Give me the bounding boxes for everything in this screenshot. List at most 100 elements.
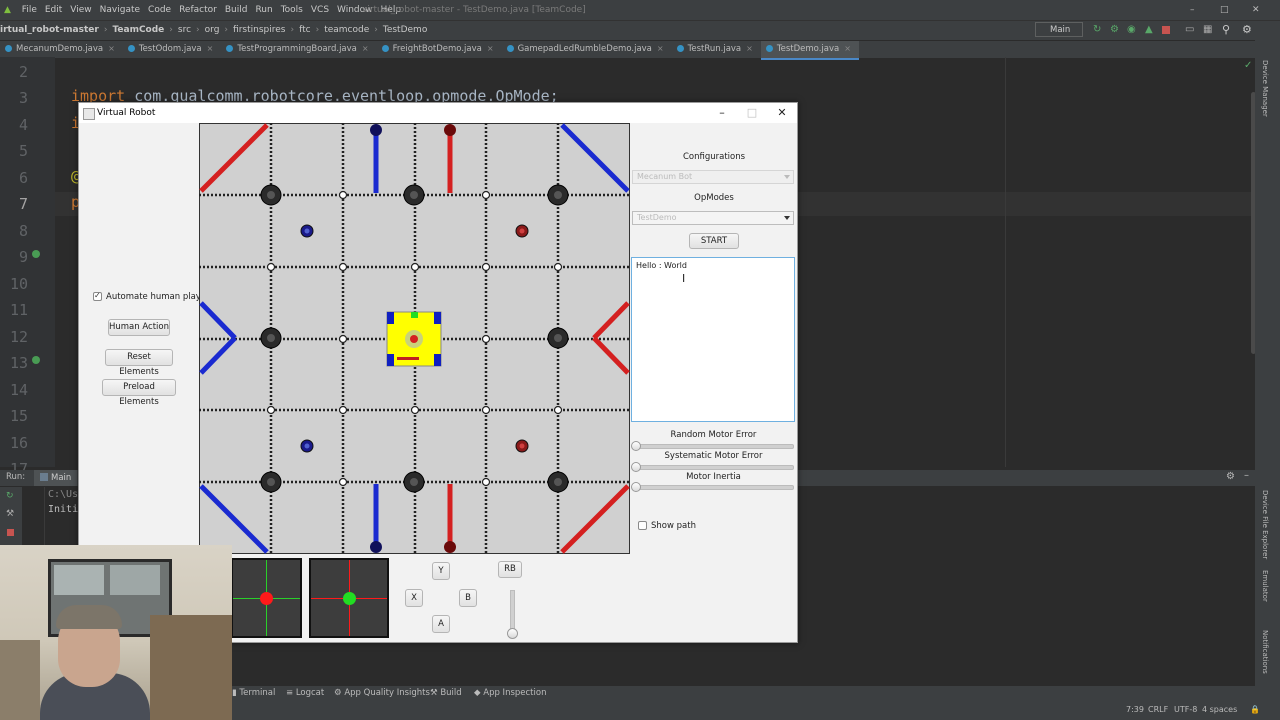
- close-icon[interactable]: ✕: [767, 103, 797, 123]
- device-file-explorer-tab[interactable]: Device File Explorer: [1261, 490, 1269, 559]
- gamepad-a-button[interactable]: A: [432, 615, 450, 633]
- random-error-knob[interactable]: [631, 441, 641, 451]
- line-number: 4: [18, 116, 28, 134]
- profile-icon[interactable]: ◉: [1127, 24, 1136, 35]
- tab-testodom[interactable]: TestOdom.java ×: [123, 41, 222, 58]
- stop-icon[interactable]: [7, 529, 14, 536]
- preload-elements-button[interactable]: Preload Elements: [102, 379, 176, 407]
- app-inspection-tab[interactable]: ◆ App Inspection: [474, 688, 546, 698]
- run-gutter-icon[interactable]: [32, 250, 40, 258]
- rerun-icon[interactable]: ↻: [6, 491, 14, 501]
- tab-testrun[interactable]: TestRun.java ×: [672, 41, 761, 58]
- automate-checkbox[interactable]: ✓: [93, 291, 102, 301]
- tab-mecanumdemo[interactable]: MecanumDemo.java ×: [0, 41, 123, 58]
- systematic-error-knob[interactable]: [631, 462, 641, 472]
- menu-code[interactable]: Code: [144, 0, 175, 20]
- gamepad-rb-button[interactable]: RB: [498, 561, 522, 578]
- indent-setting[interactable]: 4 spaces: [1202, 705, 1237, 714]
- menu-view[interactable]: View: [66, 0, 95, 20]
- motor-inertia-slider[interactable]: [632, 485, 794, 490]
- terminal-tab[interactable]: ▮ Terminal: [232, 688, 275, 698]
- show-path-checkbox[interactable]: [638, 521, 647, 530]
- emulator-tab[interactable]: Emulator: [1261, 570, 1269, 602]
- file-encoding[interactable]: UTF-8: [1174, 705, 1197, 714]
- crumb-module[interactable]: TeamCode: [109, 21, 167, 39]
- close-tab-icon[interactable]: ×: [487, 44, 494, 53]
- right-joystick[interactable]: [309, 558, 389, 638]
- stop-icon[interactable]: [1162, 26, 1170, 34]
- attach-icon[interactable]: ▲: [1145, 24, 1153, 35]
- crumb-project[interactable]: irtual_robot-master: [0, 21, 102, 39]
- console-area[interactable]: Hello : World I: [631, 257, 795, 422]
- close-tab-icon[interactable]: ×: [362, 44, 369, 53]
- menu-vcs[interactable]: VCS: [307, 0, 333, 20]
- maximize-icon[interactable]: □: [737, 103, 767, 123]
- tile-junction: [481, 334, 491, 344]
- human-action-button[interactable]: Human Action: [108, 319, 170, 336]
- tile-junction: [481, 190, 491, 200]
- line-number: 6: [18, 169, 28, 187]
- gamepad-x-button[interactable]: X: [405, 589, 423, 607]
- motor-inertia-knob[interactable]: [631, 482, 641, 492]
- close-tab-icon[interactable]: ×: [207, 44, 214, 53]
- close-tab-icon[interactable]: ×: [657, 44, 664, 53]
- systematic-error-slider[interactable]: [632, 465, 794, 470]
- gamepad-y-button[interactable]: Y: [432, 562, 450, 580]
- settings-icon[interactable]: ⚙: [1242, 23, 1252, 36]
- hide-panel-icon[interactable]: –: [1244, 470, 1249, 481]
- menu-edit[interactable]: Edit: [41, 0, 66, 20]
- line-separator[interactable]: CRLF: [1148, 705, 1168, 714]
- opmode-select[interactable]: TestDemo: [632, 211, 794, 225]
- crumb-org[interactable]: org: [202, 21, 223, 39]
- minimize-icon[interactable]: –: [707, 103, 737, 123]
- menu-build[interactable]: Build: [221, 0, 252, 20]
- crumb-src[interactable]: src: [175, 21, 194, 39]
- close-tab-icon[interactable]: ×: [746, 44, 753, 53]
- random-error-slider[interactable]: [632, 444, 794, 449]
- logcat-icon: ≡: [286, 688, 294, 698]
- run-tab[interactable]: Main: [34, 470, 78, 486]
- menu-refactor[interactable]: Refactor: [175, 0, 221, 20]
- close-tab-icon[interactable]: ×: [108, 44, 115, 53]
- left-joystick[interactable]: [231, 558, 302, 638]
- tab-gamepadledrumbledemo[interactable]: GamepadLedRumbleDemo.java ×: [502, 41, 672, 58]
- menu-run[interactable]: Run: [251, 0, 276, 20]
- notifications-tab[interactable]: Notifications: [1261, 630, 1269, 674]
- crumb-ftc[interactable]: ftc: [296, 21, 314, 39]
- run-gutter-icon[interactable]: [32, 356, 40, 364]
- search-icon[interactable]: ⚲: [1222, 23, 1230, 36]
- caret-position[interactable]: 7:39: [1126, 705, 1144, 714]
- start-button[interactable]: START: [689, 233, 739, 249]
- wrench-icon[interactable]: ⚒: [6, 509, 14, 519]
- app-quality-tab[interactable]: ⚙ App Quality Insights: [334, 688, 430, 698]
- playing-field[interactable]: [199, 123, 630, 554]
- trigger-knob[interactable]: [507, 628, 518, 639]
- close-icon[interactable]: ✕: [1252, 0, 1260, 20]
- reset-elements-button[interactable]: Reset Elements: [105, 349, 173, 377]
- logcat-tab[interactable]: ≡ Logcat: [286, 688, 324, 698]
- menu-navigate[interactable]: Navigate: [96, 0, 144, 20]
- build-tab[interactable]: ⚒ Build: [430, 688, 462, 698]
- robot[interactable]: [386, 311, 442, 367]
- junction-hub-core: [554, 334, 562, 342]
- sdk-icon[interactable]: ▦: [1203, 24, 1212, 35]
- lock-icon[interactable]: 🔒: [1250, 705, 1260, 714]
- settings-icon[interactable]: ⚙: [1226, 471, 1235, 482]
- crumb-teamcode[interactable]: teamcode: [321, 21, 372, 39]
- crumb-class[interactable]: TestDemo: [380, 21, 430, 39]
- close-tab-icon[interactable]: ×: [844, 44, 851, 53]
- device-icon[interactable]: ▭: [1185, 24, 1194, 35]
- gamepad-b-button[interactable]: B: [459, 589, 477, 607]
- minimize-icon[interactable]: –: [1190, 0, 1195, 20]
- menu-file[interactable]: File: [18, 0, 41, 20]
- tab-freightbotdemo[interactable]: FreightBotDemo.java ×: [377, 41, 502, 58]
- run-config-tab-icon: [40, 473, 48, 481]
- maximize-icon[interactable]: □: [1220, 0, 1229, 20]
- run-icon[interactable]: ↻: [1093, 24, 1101, 35]
- run-config-select[interactable]: Main: [1035, 22, 1083, 37]
- menu-tools[interactable]: Tools: [277, 0, 307, 20]
- debug-icon[interactable]: ⚙: [1110, 24, 1119, 35]
- tab-testprogrammingboard[interactable]: TestProgrammingBoard.java ×: [221, 41, 376, 58]
- crumb-firstinspires[interactable]: firstinspires: [230, 21, 288, 39]
- device-manager-tab[interactable]: Device Manager: [1261, 60, 1269, 117]
